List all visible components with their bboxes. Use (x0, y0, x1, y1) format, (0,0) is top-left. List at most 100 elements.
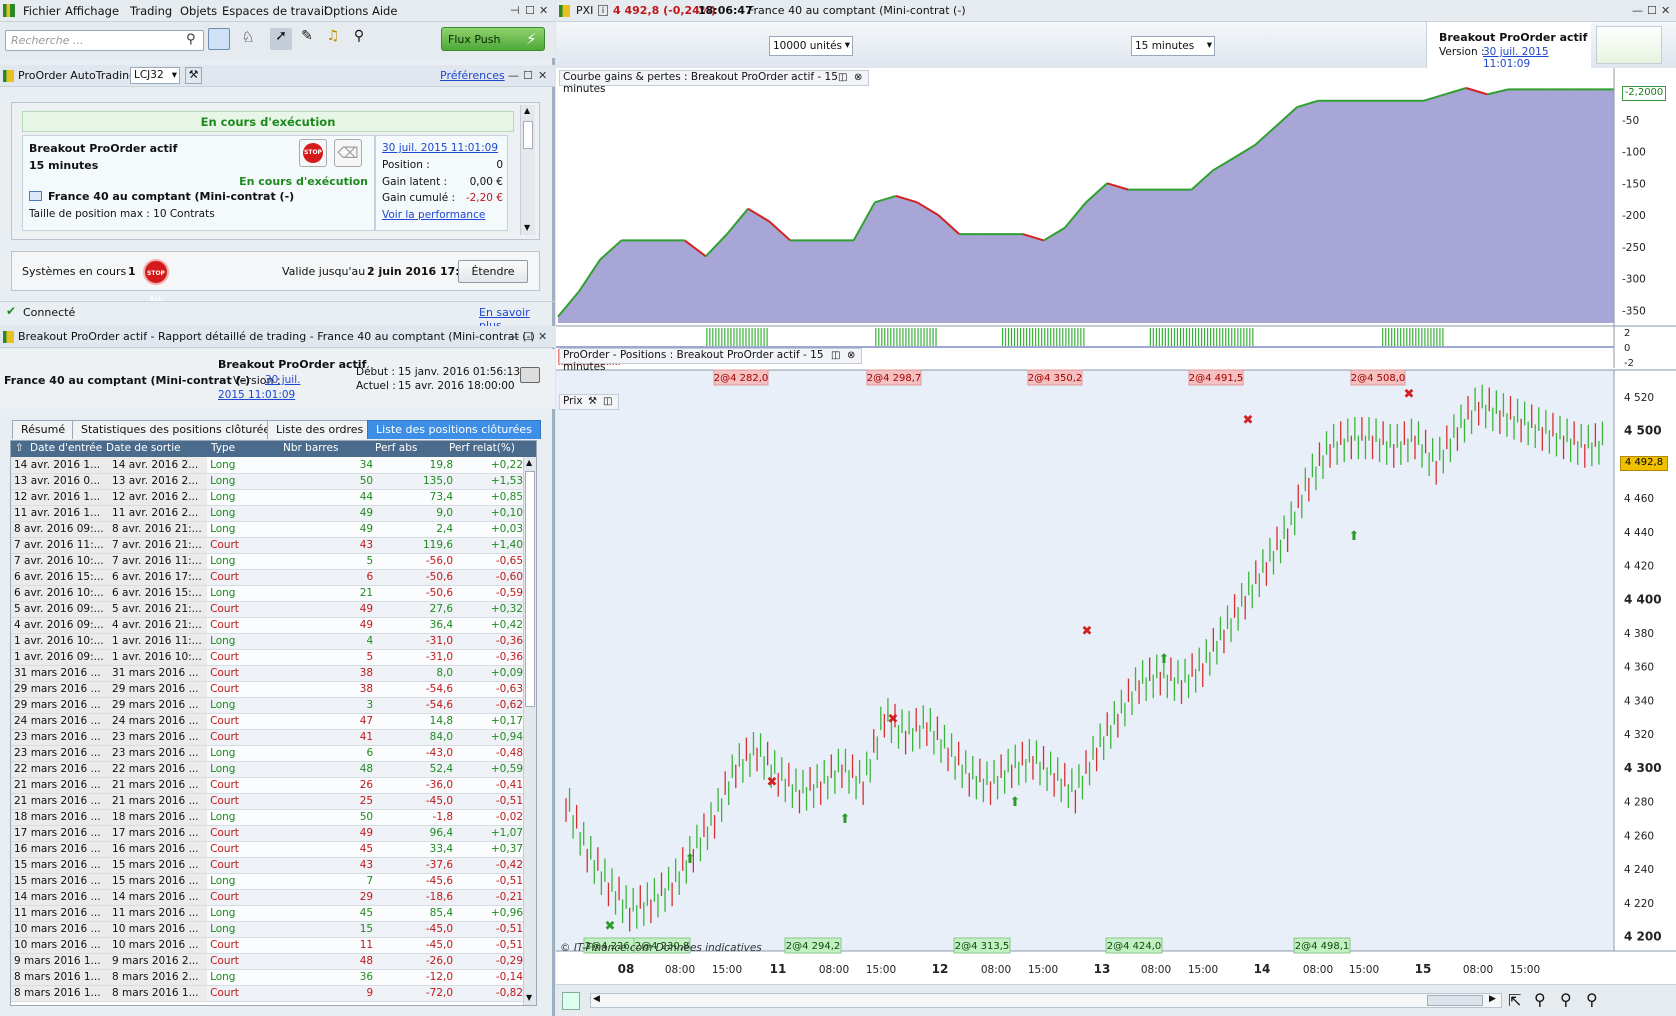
info-icon[interactable]: i (598, 5, 608, 16)
close-icon[interactable]: ✕ (1661, 4, 1670, 17)
table-row[interactable]: 11 avr. 2016 1... 11 avr. 2016 2... Long 49… (11, 505, 524, 522)
table-row[interactable]: 4 avr. 2016 09:... 4 avr. 2016 21:... Cour… (11, 617, 524, 634)
bell-icon[interactable]: ♫ (322, 28, 344, 50)
minimize-icon[interactable]: — (508, 69, 519, 82)
table-row[interactable]: 9 mars 2016 1... 9 mars 2016 2... Court 48-… (11, 953, 524, 970)
extend-button[interactable]: Étendre (458, 260, 528, 283)
menu-espaces[interactable]: Espaces de travail (222, 4, 327, 18)
menu-objets[interactable]: Objets (180, 4, 217, 18)
scroll-thumb[interactable] (525, 471, 535, 707)
scroll-thumb[interactable] (523, 121, 533, 149)
window-icon[interactable]: ◫ (603, 396, 612, 407)
close-icon[interactable]: ✕ (538, 330, 547, 343)
menu-fichier[interactable]: Fichier (23, 4, 61, 18)
ruler-icon[interactable]: ✎ (296, 28, 318, 50)
report-version-link[interactable]: 30 juil. (265, 374, 300, 386)
window-icon[interactable]: ◫ (831, 350, 840, 361)
table-row[interactable]: 15 mars 2016 ... 15 mars 2016 ... Long 7 -45… (11, 873, 524, 890)
table-row[interactable]: 29 mars 2016 ... 29 mars 2016 ... Long 3 -54… (11, 697, 524, 714)
alert-bell-icon[interactable]: ♘ (237, 28, 259, 50)
col-exit-date[interactable]: Date de sortie (106, 442, 181, 454)
account-select[interactable]: LCJ32 ▾ (130, 67, 180, 84)
maximize-icon[interactable]: ☐ (523, 69, 533, 82)
scroll-down-icon[interactable]: ▼ (526, 993, 532, 1002)
zoom-fit-icon[interactable]: ⚲ (1534, 990, 1546, 1009)
menu-aide[interactable]: Aide (372, 4, 397, 18)
table-row[interactable]: 14 mars 2016 ... 14 mars 2016 ... Court 29-… (11, 889, 524, 906)
col-bars[interactable]: Nbr barres (283, 442, 338, 454)
maximize-icon[interactable]: ☐ (525, 4, 535, 17)
table-row[interactable]: 11 mars 2016 ... 11 mars 2016 ... Long 45 85… (11, 905, 524, 922)
scroll-right-icon[interactable]: ▶ (1489, 994, 1496, 1004)
col-perf-abs[interactable]: Perf abs (375, 442, 417, 454)
zoom-out-icon[interactable]: ⚲ (1560, 990, 1572, 1009)
table-row[interactable]: 7 avr. 2016 11:... 7 avr. 2016 21:... Cour… (11, 537, 524, 554)
table-row[interactable]: 8 mars 2016 1... 8 mars 2016 2... Long 36 -1… (11, 969, 524, 986)
close-icon[interactable]: ⊗ (854, 72, 862, 83)
minimize-icon[interactable]: — (508, 330, 519, 343)
table-row[interactable]: 21 mars 2016 ... 21 mars 2016 ... Court 26-… (11, 777, 524, 794)
performance-chart-icon[interactable] (1596, 26, 1662, 64)
table-row[interactable]: 10 mars 2016 ... 10 mars 2016 ... Court 11-… (11, 937, 524, 954)
scroll-down-icon[interactable]: ▼ (524, 223, 530, 232)
table-row[interactable]: 23 mars 2016 ... 23 mars 2016 ... Long 6 -43… (11, 745, 524, 762)
table-row[interactable]: 12 avr. 2016 1... 12 avr. 2016 2... Long 44… (11, 489, 524, 506)
table-row[interactable]: 8 avr. 2016 09:... 8 avr. 2016 21:... Long… (11, 521, 524, 538)
maximize-icon[interactable]: ☐ (523, 330, 533, 343)
version-date-link[interactable]: 30 juil. 2015 11:01:09 (382, 142, 498, 154)
table-row[interactable]: 7 avr. 2016 10:... 7 avr. 2016 11:... Long… (11, 553, 524, 570)
table-row[interactable]: 24 mars 2016 ... 24 mars 2016 ... Court 47 1… (11, 713, 524, 730)
search-input[interactable]: Recherche ... ⚲ (5, 30, 204, 51)
maximize-icon[interactable]: ☐ (1647, 4, 1657, 17)
zoom-in-icon[interactable]: ⚲ (1586, 990, 1598, 1009)
pin-icon[interactable]: ⊣ (510, 4, 520, 17)
horizontal-scrollbar[interactable]: ◀ ▶ (590, 993, 1502, 1008)
table-row[interactable]: 21 mars 2016 ... 21 mars 2016 ... Court 25-… (11, 793, 524, 810)
table-row[interactable]: 18 mars 2016 ... 18 mars 2016 ... Long 50 -1… (11, 809, 524, 826)
table-row[interactable]: 17 mars 2016 ... 17 mars 2016 ... Court 49 9… (11, 825, 524, 842)
minimize-icon[interactable]: — (1632, 4, 1643, 17)
table-row[interactable]: 13 avr. 2016 0... 13 avr. 2016 2... Long 50… (11, 473, 524, 490)
chart-version-link[interactable]: 30 juil. 2015 11:01:09 (1483, 46, 1591, 70)
table-row[interactable]: 1 avr. 2016 10:... 1 avr. 2016 11:... Long… (11, 633, 524, 650)
table-scrollbar[interactable]: ▲ ▼ (523, 457, 536, 1005)
search-icon[interactable]: ⚲ (186, 32, 196, 47)
table-row[interactable]: 6 avr. 2016 15:... 6 avr. 2016 17:... Cour… (11, 569, 524, 586)
zoom-icon[interactable]: ⚲ (348, 28, 370, 50)
table-row[interactable]: 31 mars 2016 ... 31 mars 2016 ... Court 38 8… (11, 665, 524, 682)
tab-orders[interactable]: Liste des ordres (267, 420, 373, 439)
units-select[interactable]: 10000 unités ▾ (769, 36, 853, 56)
chart-type-icon[interactable]: ⇱ (1508, 991, 1521, 1010)
delete-button[interactable]: ⌫ (334, 139, 362, 167)
window-icon[interactable]: ◫ (838, 72, 847, 83)
table-row[interactable]: 6 avr. 2016 10:... 6 avr. 2016 15:... Long… (11, 585, 524, 602)
cursor-icon[interactable]: ➚ (270, 28, 292, 50)
close-icon[interactable]: ✕ (539, 4, 548, 17)
wrench-icon[interactable]: ⚒ (588, 396, 597, 407)
wrench-icon[interactable]: ⚒ (185, 67, 202, 84)
stop-all-button[interactable]: STOP ALL (143, 259, 169, 303)
col-entry-date[interactable]: Date d'entrée (30, 442, 102, 454)
col-perf-rel[interactable]: Perf relat(%) (449, 442, 515, 454)
print-icon[interactable] (520, 367, 540, 383)
preferences-link[interactable]: Préférences (440, 69, 505, 82)
report-version-link-2[interactable]: 2015 11:01:09 (218, 389, 295, 401)
table-row[interactable]: 29 mars 2016 ... 29 mars 2016 ... Court 38-… (11, 681, 524, 698)
flux-push-button[interactable]: Flux Push ⚡ (441, 27, 545, 51)
menu-options[interactable]: Options (324, 4, 368, 18)
col-type[interactable]: Type (211, 442, 235, 454)
table-row[interactable]: 23 mars 2016 ... 23 mars 2016 ... Court 41 8… (11, 729, 524, 746)
scroll-thumb[interactable] (1427, 995, 1483, 1006)
timeframe-select[interactable]: 15 minutes ▾ (1131, 36, 1215, 56)
scroll-up-icon[interactable]: ▲ (526, 458, 532, 467)
table-row[interactable]: 14 avr. 2016 1... 14 avr. 2016 2... Long 34… (11, 457, 524, 474)
screener-icon[interactable] (208, 28, 230, 50)
chart-area[interactable]: -50 -100 -150 -200 -250 -300 -350 2 0 -2 4 520 4 50… (556, 68, 1676, 988)
table-row[interactable]: 15 mars 2016 ... 15 mars 2016 ... Court 43-… (11, 857, 524, 874)
scroll-left-icon[interactable]: ◀ (593, 994, 600, 1004)
table-row[interactable]: 16 mars 2016 ... 16 mars 2016 ... Court 45 3… (11, 841, 524, 858)
autotrading-scrollbar[interactable]: ▲ ▼ (520, 105, 535, 235)
table-row[interactable]: 8 mars 2016 1... 8 mars 2016 1... Court 9 -7… (11, 985, 524, 1002)
tab-closed-positions[interactable]: Liste des positions clôturées (367, 420, 541, 439)
table-row[interactable]: 1 avr. 2016 09:... 1 avr. 2016 10:... Cour… (11, 649, 524, 666)
